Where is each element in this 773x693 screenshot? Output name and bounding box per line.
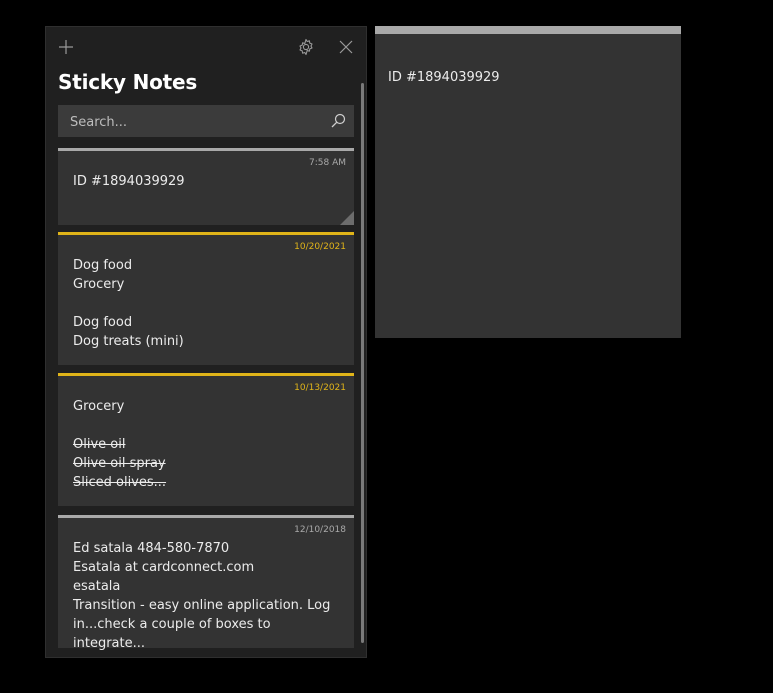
note-content: Dog food Grocery Dog food Dog treats (mi… (73, 256, 343, 351)
note-card[interactable]: 12/10/2018 Ed satala 484-580-7870 Esatal… (58, 515, 354, 651)
scrollbar[interactable] (361, 83, 364, 643)
note-content: Grocery Olive oil Olive oil spray Sliced… (73, 397, 343, 492)
note-color-bar (58, 232, 354, 235)
note-line: Grocery (73, 399, 125, 414)
note-color-bar (58, 148, 354, 151)
search-input[interactable] (58, 105, 332, 139)
note-line-checked: Olive oil (73, 437, 126, 452)
note-line: Dog food (73, 258, 133, 273)
note-card[interactable]: 10/20/2021 Dog food Grocery Dog food Dog… (58, 232, 354, 365)
gear-icon[interactable] (296, 37, 316, 57)
search-box (58, 105, 354, 139)
title-bar (46, 27, 366, 67)
note-line: esatala (73, 579, 121, 594)
open-note-window[interactable]: ID #1894039929 (375, 26, 681, 338)
note-content: ID #1894039929 (73, 172, 343, 191)
note-content: Ed satala 484-580-7870 Esatala at cardco… (73, 539, 343, 653)
note-line: Dog treats (mini) (73, 334, 184, 349)
note-date: 10/13/2021 (294, 383, 346, 393)
note-line: ID #1894039929 (73, 174, 185, 189)
note-line (73, 416, 343, 435)
close-icon[interactable] (336, 37, 356, 57)
notes-list-window: Sticky Notes 7:58 AM ID #1894039929 10/2… (45, 26, 367, 658)
plus-icon[interactable] (56, 37, 76, 57)
note-line (73, 294, 343, 313)
note-date: 7:58 AM (309, 158, 346, 168)
note-line: Ed satala 484-580-7870 (73, 541, 230, 556)
note-line: Dog food (73, 315, 133, 330)
app-title: Sticky Notes (58, 70, 198, 94)
note-title-bar[interactable] (375, 26, 681, 34)
note-card[interactable]: 7:58 AM ID #1894039929 (58, 148, 354, 225)
note-date: 10/20/2021 (294, 242, 346, 252)
note-line: Transition - easy online application. Lo… (73, 598, 331, 651)
note-card[interactable]: 10/13/2021 Grocery Olive oil Olive oil s… (58, 373, 354, 506)
search-icon[interactable] (330, 113, 346, 129)
note-line-checked: Olive oil spray (73, 456, 166, 471)
note-line-checked: Sliced olives... (73, 475, 167, 490)
note-fold-corner (340, 211, 354, 225)
note-line: Esatala at cardconnect.com (73, 560, 255, 575)
note-line: Grocery (73, 277, 125, 292)
note-editor-text[interactable]: ID #1894039929 (388, 70, 500, 85)
note-date: 12/10/2018 (294, 525, 346, 535)
note-color-bar (58, 373, 354, 376)
note-color-bar (58, 515, 354, 518)
